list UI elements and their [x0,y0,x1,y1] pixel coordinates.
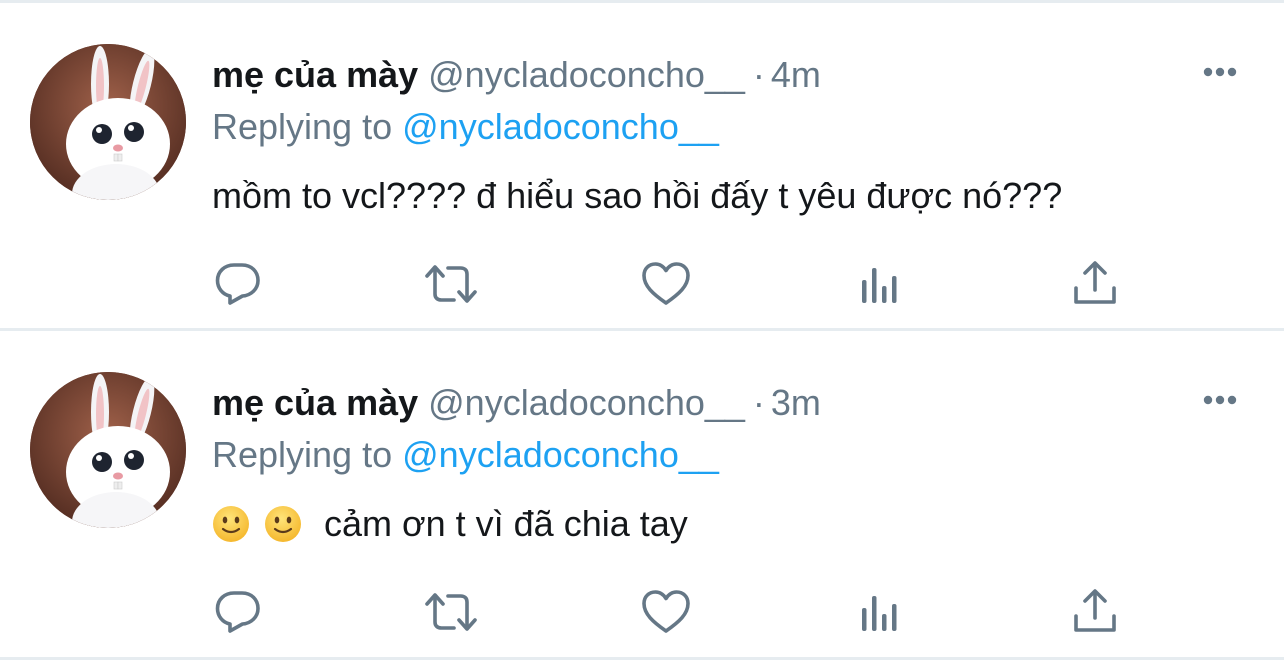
analytics-icon[interactable] [852,584,908,640]
replying-to: Replying to @nycladoconcho__ [212,430,719,480]
reply-icon[interactable] [210,584,266,640]
tweet-header: mẹ của mày @nycladoconcho__ · 3m [212,378,821,428]
display-name[interactable]: mẹ của mày [212,382,418,423]
user-handle[interactable]: @nycladoconcho__ [428,54,745,95]
avatar[interactable] [30,44,186,200]
tweet-text-content: cảm ơn t vì đã chia tay [324,503,688,544]
tweet[interactable]: mẹ của mày @nycladoconcho__ · 4m Replying … [0,4,1284,330]
tweet-header: mẹ của mày @nycladoconcho__ · 4m [212,50,821,100]
tweet-divider [0,328,1284,331]
timestamp[interactable]: 4m [771,54,821,95]
replying-to-label: Replying to [212,434,393,475]
analytics-icon[interactable] [852,256,908,312]
share-icon[interactable] [1067,256,1123,312]
avatar[interactable] [30,372,186,528]
separator-dot: · [752,382,765,423]
replying-to-handle[interactable]: @nycladoconcho__ [402,106,719,147]
user-handle[interactable]: @nycladoconcho__ [428,382,745,423]
like-icon[interactable] [638,584,694,640]
slightly-smiling-face-icon [264,503,302,542]
tweet-text: mồm to vcl???? đ hiểu sao hồi đấy t yêu … [212,175,1063,216]
timestamp[interactable]: 3m [771,382,821,423]
more-options-icon[interactable] [1200,64,1240,80]
action-bar [0,584,1284,644]
replying-to: Replying to @nycladoconcho__ [212,102,719,152]
more-options-icon[interactable] [1200,392,1240,408]
separator-dot: · [752,54,765,95]
slightly-smiling-face-icon [212,503,250,542]
reply-icon[interactable] [210,256,266,312]
retweet-icon[interactable] [423,584,479,640]
like-icon[interactable] [638,256,694,312]
tweet-text: cảm ơn t vì đã chia tay [212,496,688,552]
share-icon[interactable] [1067,584,1123,640]
replying-to-label: Replying to [212,106,393,147]
display-name[interactable]: mẹ của mày [212,54,418,95]
tweet[interactable]: mẹ của mày @nycladoconcho__ · 3m Replying … [0,332,1284,658]
top-divider [0,0,1284,3]
action-bar [0,256,1284,316]
retweet-icon[interactable] [423,256,479,312]
replying-to-handle[interactable]: @nycladoconcho__ [402,434,719,475]
